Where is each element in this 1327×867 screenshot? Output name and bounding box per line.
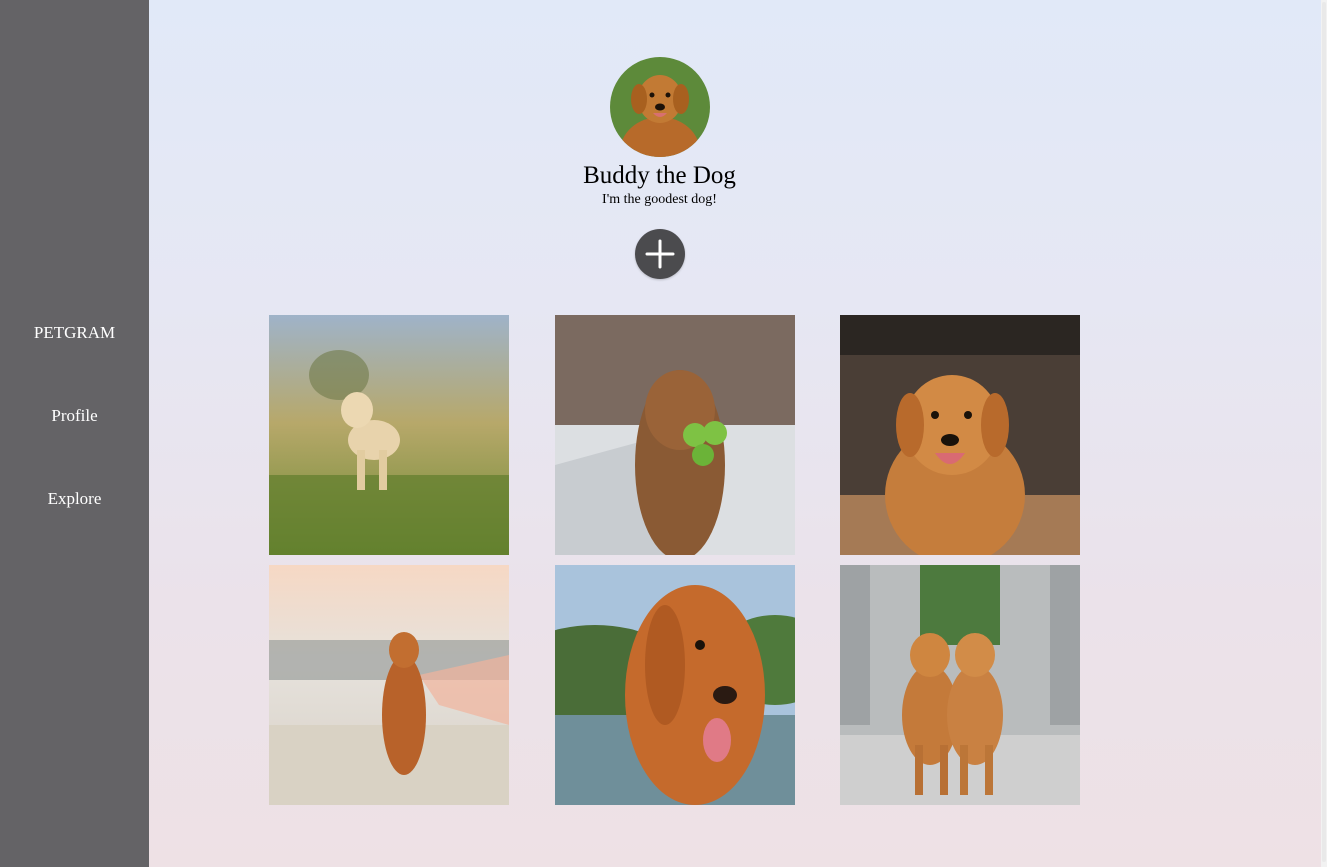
profile-bio: I'm the goodest dog! (602, 192, 717, 207)
gallery-photo[interactable] (840, 565, 1080, 805)
gallery-photo[interactable] (269, 315, 509, 555)
page-scrollbar[interactable] (1321, 0, 1327, 867)
add-post-button[interactable] (635, 229, 685, 279)
sidebar-item-explore[interactable]: Explore (0, 489, 149, 509)
avatar[interactable] (610, 57, 710, 157)
plus-icon (645, 239, 675, 269)
gallery-photo[interactable] (840, 315, 1080, 555)
profile-name: Buddy the Dog (583, 162, 736, 189)
gallery-photo[interactable] (555, 565, 795, 805)
sidebar: PETGRAM Profile Explore (0, 0, 149, 867)
profile-page: Buddy the Dog I'm the goodest dog! (149, 0, 1321, 867)
sidebar-item-profile[interactable]: Profile (0, 406, 149, 426)
gallery-photo[interactable] (555, 315, 795, 555)
gallery-photo[interactable] (269, 565, 509, 805)
brand-logo-link[interactable]: PETGRAM (0, 323, 149, 343)
